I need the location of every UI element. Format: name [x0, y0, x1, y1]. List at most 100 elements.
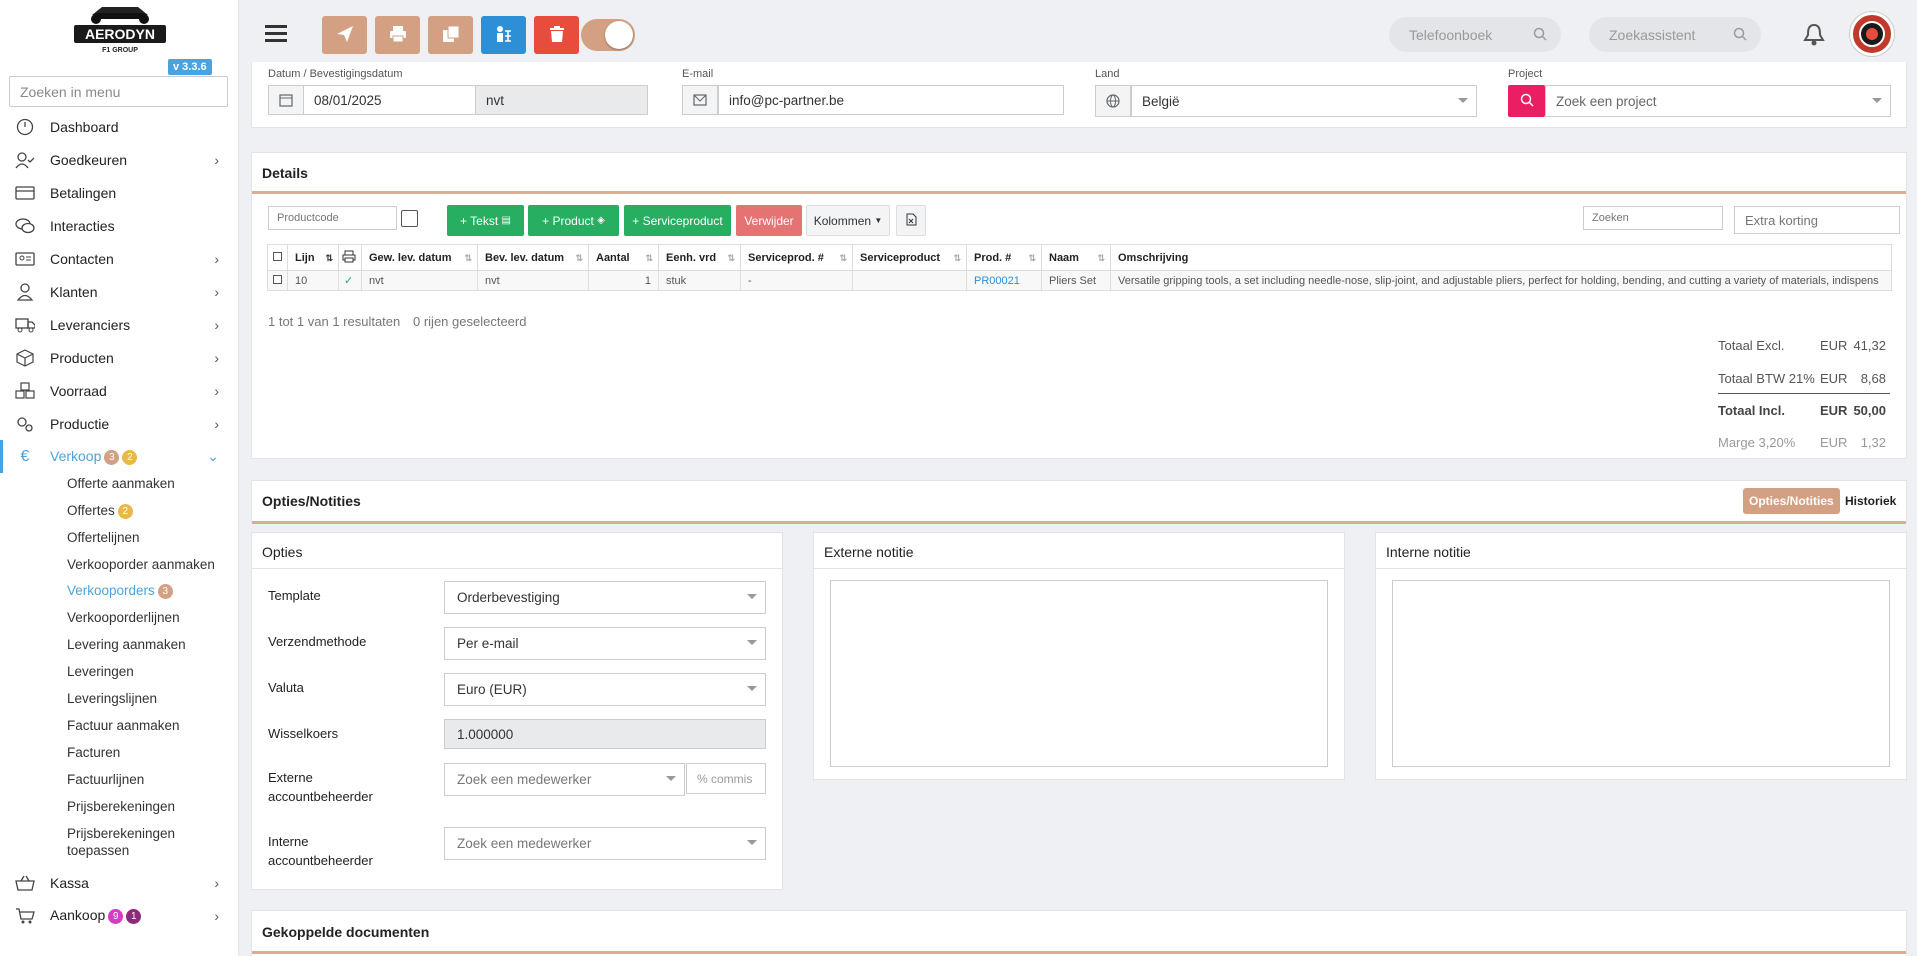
col-header[interactable]: Gew. lev. datum ⇅ — [361, 244, 478, 271]
commission-input[interactable]: % commis — [686, 763, 766, 794]
paper-plane-icon — [336, 25, 354, 46]
nav-kassa[interactable]: Kassa › — [0, 866, 238, 899]
delete-lines-button[interactable]: Verwijder — [736, 205, 802, 236]
chevron-right-icon: › — [214, 382, 219, 399]
row-checkbox[interactable] — [267, 270, 288, 291]
add-text-button[interactable]: + Tekst ▤ — [447, 205, 524, 236]
sub-leveringen[interactable]: Leveringen — [67, 663, 134, 680]
confirm-date-input[interactable]: nvt — [475, 85, 648, 115]
col-header[interactable]: Serviceprod. # ⇅ — [740, 244, 853, 271]
hamburger-menu-icon[interactable] — [265, 25, 287, 43]
boxes-icon — [15, 381, 35, 400]
margin-currency: EUR — [1820, 435, 1848, 450]
sub-offertes[interactable]: Offertes 2 — [67, 502, 133, 519]
count-badge: 9 — [108, 908, 124, 924]
chevron-down-icon — [1872, 98, 1882, 103]
tab-options-notes[interactable]: Opties/Notities — [1743, 488, 1840, 514]
int-manager-select[interactable]: Zoek een medewerker — [444, 827, 766, 860]
country-select[interactable]: België — [1131, 85, 1477, 117]
currency-select[interactable]: Euro (EUR) — [444, 673, 766, 706]
bell-icon[interactable] — [1803, 23, 1825, 50]
project-search-button[interactable] — [1508, 85, 1545, 117]
avatar[interactable] — [1850, 12, 1894, 56]
col-header-print[interactable] — [338, 244, 362, 271]
sub-factuur-aanmaken[interactable]: Factuur aanmaken — [67, 717, 180, 734]
col-header[interactable]: Lijn ⇅ — [287, 244, 339, 271]
col-header[interactable]: Eenh. vrd ⇅ — [658, 244, 741, 271]
chevron-right-icon: › — [214, 283, 219, 300]
aerodyn-logo[interactable]: AERODYN F1 GROUP — [72, 3, 168, 55]
select-checkbox[interactable] — [401, 210, 418, 227]
col-header[interactable]: Bev. lev. datum ⇅ — [477, 244, 589, 271]
rate-input[interactable]: 1.000000 — [444, 719, 766, 749]
email-input[interactable]: info@pc-partner.be — [718, 85, 1064, 115]
nav-klanten[interactable]: Klanten › — [0, 275, 238, 308]
cell-qty[interactable]: 1 — [588, 270, 659, 291]
print-button[interactable] — [375, 16, 420, 54]
product-link[interactable]: PR00021 — [966, 270, 1042, 291]
sub-prijsberekeningen[interactable]: Prijsberekeningen — [67, 798, 175, 815]
sub-offerte-aanmaken[interactable]: Offerte aanmaken — [67, 475, 175, 492]
assistant-search[interactable]: Zoekassistent — [1589, 17, 1761, 52]
nav-contacten[interactable]: Contacten › — [0, 242, 238, 275]
sub-leveringslijnen[interactable]: Leveringslijnen — [67, 690, 157, 707]
col-header[interactable]: Serviceproduct ⇅ — [852, 244, 967, 271]
details-title: Details — [262, 165, 308, 181]
productcode-input[interactable] — [268, 206, 397, 230]
nav-producten[interactable]: Producten › — [0, 341, 238, 374]
copy-button[interactable] — [428, 16, 473, 54]
columns-dropdown[interactable]: Kolommen ▼ — [806, 205, 890, 236]
add-serviceproduct-button[interactable]: + Serviceproduct — [624, 205, 731, 236]
date-input[interactable]: 08/01/2025 — [303, 85, 476, 115]
nav-goedkeuren[interactable]: Goedkeuren › — [0, 143, 238, 176]
phonebook-search[interactable]: Telefoonboek — [1389, 17, 1561, 52]
nav-betalingen[interactable]: Betalingen — [0, 176, 238, 209]
template-label: Template — [268, 588, 321, 603]
ext-manager-select[interactable]: Zoek een medewerker — [444, 763, 685, 796]
delete-button[interactable] — [534, 16, 579, 54]
details-search-input[interactable] — [1583, 206, 1723, 230]
sub-verkooporder-aanmaken[interactable]: Verkooporder aanmaken — [67, 556, 215, 573]
shipping-select[interactable]: Per e-mail — [444, 627, 766, 660]
sub-verkooporderlijnen[interactable]: Verkooporderlijnen — [67, 609, 180, 626]
cell-unit: stuk — [658, 270, 741, 291]
header-checkbox[interactable] — [267, 244, 288, 271]
sub-verkooporders[interactable]: Verkooporders 3 — [67, 582, 173, 599]
view-toggle-switch[interactable] — [581, 19, 635, 51]
total-excl-value: 41,32 — [1853, 338, 1886, 353]
menu-search-input[interactable] — [9, 76, 228, 107]
sub-prijsberekeningen-toepassen[interactable]: Prijsberekeningen toepassen — [67, 825, 197, 859]
export-excel-button[interactable] — [896, 205, 926, 236]
shipping-label: Verzendmethode — [268, 634, 367, 649]
add-product-button[interactable]: + Product ◈ — [528, 205, 619, 236]
col-header[interactable]: Naam ⇅ — [1041, 244, 1111, 271]
nav-voorraad[interactable]: Voorraad › — [0, 374, 238, 407]
cell-conf-date[interactable]: nvt — [477, 270, 589, 291]
extra-discount-input[interactable] — [1734, 206, 1900, 234]
template-select[interactable]: Orderbevestiging — [444, 581, 766, 614]
table-row[interactable]: 10 ✓ nvt nvt 1 stuk - PR00021 Pliers Set… — [267, 270, 1892, 291]
divider — [252, 191, 1906, 194]
sub-levering-aanmaken[interactable]: Levering aanmaken — [67, 636, 186, 653]
cell-req-date[interactable]: nvt — [361, 270, 478, 291]
workflow-button[interactable] — [481, 16, 526, 54]
nav-verkoop[interactable]: € Verkoop 3 2 ⌄ — [0, 440, 238, 473]
sub-facturen[interactable]: Facturen — [67, 744, 120, 761]
nav-interacties[interactable]: Interacties — [0, 209, 238, 242]
send-button[interactable] — [322, 16, 367, 54]
sub-offertelijnen[interactable]: Offertelijnen — [67, 529, 140, 546]
nav-productie[interactable]: Productie › — [0, 407, 238, 440]
project-select[interactable]: Zoek een project — [1545, 85, 1891, 117]
nav-leveranciers[interactable]: Leveranciers › — [0, 308, 238, 341]
truck-icon — [15, 316, 35, 334]
nav-aankoop[interactable]: Aankoop 9 1 › — [0, 899, 238, 932]
nav-dashboard[interactable]: Dashboard — [0, 110, 238, 143]
topbar: Telefoonboek Zoekassistent — [240, 0, 1917, 70]
tab-history[interactable]: Historiek — [1841, 488, 1900, 514]
external-note-textarea[interactable] — [830, 580, 1328, 767]
sub-factuurlijnen[interactable]: Factuurlijnen — [67, 771, 144, 788]
internal-note-textarea[interactable] — [1392, 580, 1890, 767]
col-header[interactable]: Aantal ⇅ — [588, 244, 659, 271]
chevron-down-icon — [666, 776, 676, 781]
col-header[interactable]: Prod. # ⇅ — [966, 244, 1042, 271]
